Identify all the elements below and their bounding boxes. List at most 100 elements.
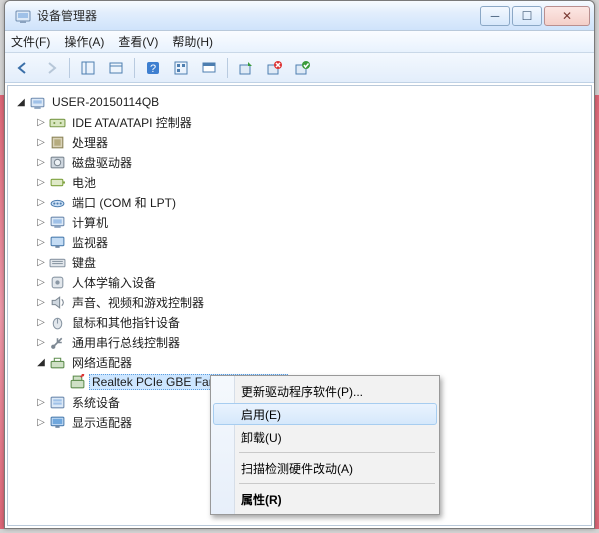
- expand-toggle[interactable]: ▷: [34, 217, 48, 228]
- expand-toggle[interactable]: ▷: [34, 137, 48, 148]
- toolbar-separator: [134, 58, 135, 78]
- tree-node-label: 显示适配器: [69, 413, 135, 432]
- root-icon: [29, 94, 46, 111]
- menu-help[interactable]: 帮助(H): [172, 33, 213, 50]
- menu-view[interactable]: 查看(V): [118, 33, 158, 50]
- expand-toggle[interactable]: ▷: [34, 417, 48, 428]
- cpu-icon: [49, 134, 66, 151]
- tree-node-disk[interactable]: ▷ 磁盘驱动器: [10, 152, 587, 172]
- toolbar: ?: [5, 53, 594, 83]
- ide-icon: [49, 114, 66, 131]
- window-buttons: ─ ☐ ✕: [480, 6, 590, 26]
- ctx-scan-hardware[interactable]: 扫描检测硬件改动(A): [213, 456, 437, 480]
- ctx-properties-label: 属性(R): [241, 491, 282, 508]
- expand-toggle[interactable]: ▷: [34, 257, 48, 268]
- view-button[interactable]: [197, 56, 221, 80]
- help-button[interactable]: ?: [141, 56, 165, 80]
- ctx-enable-label: 启用(E): [241, 406, 281, 423]
- tree-node-label: 声音、视频和游戏控制器: [69, 293, 207, 312]
- properties-button[interactable]: [104, 56, 128, 80]
- decorative-right-stripe: [595, 95, 599, 529]
- tree-node-label: 端口 (COM 和 LPT): [69, 193, 179, 212]
- expand-toggle[interactable]: ▷: [34, 237, 48, 248]
- app-icon: [15, 8, 31, 24]
- tree-node-label: 系统设备: [69, 393, 123, 412]
- collapse-toggle[interactable]: ◢: [34, 357, 48, 368]
- tree-node-label: 处理器: [69, 133, 111, 152]
- tree-node-label: 通用串行总线控制器: [69, 333, 183, 352]
- show-hide-tree-button[interactable]: [76, 56, 100, 80]
- tree-node-label: 鼠标和其他指针设备: [69, 313, 183, 332]
- tree-node-computer[interactable]: ▷ 计算机: [10, 212, 587, 232]
- toolbar-separator: [227, 58, 228, 78]
- tree-node-label: 磁盘驱动器: [69, 153, 135, 172]
- ctx-uninstall[interactable]: 卸载(U): [213, 425, 437, 449]
- tree-root-node[interactable]: ◢ USER-20150114QB: [10, 92, 587, 112]
- tree-node-monitor[interactable]: ▷ 监视器: [10, 232, 587, 252]
- menu-file[interactable]: 文件(F): [11, 33, 50, 50]
- tree-node-hid[interactable]: ▷ 人体学输入设备: [10, 272, 587, 292]
- close-button[interactable]: ✕: [544, 6, 590, 26]
- ctx-properties[interactable]: 属性(R): [213, 487, 437, 511]
- svg-text:?: ?: [150, 63, 156, 75]
- maximize-button[interactable]: ☐: [512, 6, 542, 26]
- forward-button[interactable]: [39, 56, 63, 80]
- tree-node-ide[interactable]: ▷ IDE ATA/ATAPI 控制器: [10, 112, 587, 132]
- scan-hardware-button[interactable]: [290, 56, 314, 80]
- tree-node-keyboard[interactable]: ▷ 键盘: [10, 252, 587, 272]
- ctx-scan-label: 扫描检测硬件改动(A): [241, 460, 353, 477]
- tree-node-label: 键盘: [69, 253, 99, 272]
- ctx-update-driver-label: 更新驱动程序软件(P)...: [241, 383, 363, 400]
- disk-icon: [49, 154, 66, 171]
- expand-toggle[interactable]: ▷: [34, 297, 48, 308]
- net-icon: [49, 354, 66, 371]
- tree-node-port[interactable]: ▷ 端口 (COM 和 LPT): [10, 192, 587, 212]
- tree-node-label: IDE ATA/ATAPI 控制器: [69, 113, 195, 132]
- expand-toggle[interactable]: ▷: [34, 177, 48, 188]
- menubar: 文件(F) 操作(A) 查看(V) 帮助(H): [5, 31, 594, 53]
- tree-node-label: USER-20150114QB: [49, 94, 162, 110]
- monitor-icon: [49, 234, 66, 251]
- usb-icon: [49, 334, 66, 351]
- tree-node-net[interactable]: ◢ 网络适配器: [10, 352, 587, 372]
- expand-toggle[interactable]: ▷: [34, 197, 48, 208]
- tree-node-usb[interactable]: ▷ 通用串行总线控制器: [10, 332, 587, 352]
- uninstall-button[interactable]: [262, 56, 286, 80]
- ctx-update-driver[interactable]: 更新驱动程序软件(P)...: [213, 379, 437, 403]
- toolbar-separator: [69, 58, 70, 78]
- tree-node-cpu[interactable]: ▷ 处理器: [10, 132, 587, 152]
- tree-node-label: 计算机: [69, 213, 111, 232]
- refresh-button[interactable]: [169, 56, 193, 80]
- mouse-icon: [49, 314, 66, 331]
- tree-node-label: 电池: [69, 173, 99, 192]
- hid-icon: [49, 274, 66, 291]
- netcard-icon: [69, 374, 86, 391]
- collapse-toggle[interactable]: ◢: [14, 97, 28, 108]
- expand-toggle[interactable]: ▷: [34, 157, 48, 168]
- computer-icon: [49, 214, 66, 231]
- titlebar[interactable]: 设备管理器 ─ ☐ ✕: [5, 1, 594, 31]
- expand-toggle[interactable]: ▷: [34, 397, 48, 408]
- keyboard-icon: [49, 254, 66, 271]
- display-icon: [49, 414, 66, 431]
- window-title: 设备管理器: [37, 7, 480, 24]
- context-menu: 更新驱动程序软件(P)... 启用(E) 卸载(U) 扫描检测硬件改动(A) 属…: [210, 375, 440, 515]
- tree-node-battery[interactable]: ▷ 电池: [10, 172, 587, 192]
- expand-toggle[interactable]: ▷: [34, 277, 48, 288]
- tree-node-mouse[interactable]: ▷ 鼠标和其他指针设备: [10, 312, 587, 332]
- tree-node-label: 人体学输入设备: [69, 273, 159, 292]
- tree-node-sound[interactable]: ▷ 声音、视频和游戏控制器: [10, 292, 587, 312]
- minimize-button[interactable]: ─: [480, 6, 510, 26]
- battery-icon: [49, 174, 66, 191]
- back-button[interactable]: [11, 56, 35, 80]
- context-menu-separator: [239, 452, 435, 453]
- update-driver-button[interactable]: [234, 56, 258, 80]
- system-icon: [49, 394, 66, 411]
- expand-toggle[interactable]: ▷: [34, 117, 48, 128]
- tree-node-label: 网络适配器: [69, 353, 135, 372]
- expand-toggle[interactable]: ▷: [34, 317, 48, 328]
- menu-action[interactable]: 操作(A): [64, 33, 104, 50]
- expand-toggle[interactable]: ▷: [34, 337, 48, 348]
- tree-node-label: 监视器: [69, 233, 111, 252]
- ctx-enable[interactable]: 启用(E): [213, 403, 437, 425]
